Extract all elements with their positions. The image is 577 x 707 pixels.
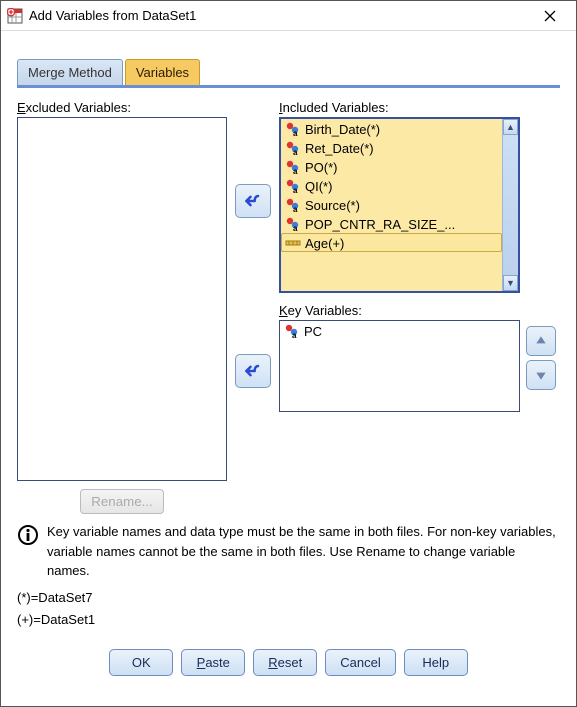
list-item[interactable]: a POP_CNTR_RA_SIZE_... (281, 214, 502, 233)
tab-bar: Merge Method Variables (17, 59, 560, 88)
move-included-button[interactable] (235, 184, 271, 218)
nominal-icon: a (285, 216, 301, 232)
svg-text:a: a (292, 331, 297, 339)
list-item[interactable]: Age(+) (281, 233, 502, 252)
help-button[interactable]: Help (404, 649, 468, 676)
legend-line: (*)=DataSet7 (17, 587, 560, 609)
titlebar: Add Variables from DataSet1 (1, 1, 576, 31)
paste-button[interactable]: Paste (181, 649, 245, 676)
list-item[interactable]: a PC (280, 321, 519, 340)
nominal-icon: a (285, 197, 301, 213)
key-listbox[interactable]: a PC (279, 320, 520, 412)
list-item-label: PO(*) (305, 160, 338, 175)
reset-button[interactable]: Reset (253, 649, 317, 676)
list-item-label: Source(*) (305, 198, 360, 213)
svg-text:a: a (293, 186, 298, 194)
list-item[interactable]: a Birth_Date(*) (281, 119, 502, 138)
included-label: Included Variables: (279, 100, 389, 115)
svg-text:a: a (293, 129, 298, 137)
scrollbar[interactable]: ▲ ▼ (502, 119, 518, 291)
legend-line: (+)=DataSet1 (17, 609, 560, 631)
scroll-down-button[interactable]: ▼ (503, 275, 518, 291)
nominal-icon: a (285, 178, 301, 194)
app-icon (7, 8, 23, 24)
svg-text:a: a (293, 167, 298, 175)
ok-button[interactable]: OK (109, 649, 173, 676)
list-item-label: POP_CNTR_RA_SIZE_... (305, 217, 455, 232)
nominal-icon: a (285, 159, 301, 175)
scroll-up-button[interactable]: ▲ (503, 119, 518, 135)
cancel-button[interactable]: Cancel (325, 649, 395, 676)
list-item[interactable]: a PO(*) (281, 157, 502, 176)
list-item[interactable]: a QI(*) (281, 176, 502, 195)
list-item-label: Birth_Date(*) (305, 122, 380, 137)
key-label: Key Variables: (279, 303, 362, 318)
scale-icon (285, 235, 301, 251)
tab-variables[interactable]: Variables (125, 59, 200, 85)
close-button[interactable] (530, 2, 570, 30)
excluded-listbox[interactable] (17, 117, 227, 481)
window-title: Add Variables from DataSet1 (29, 8, 530, 23)
move-down-button[interactable] (526, 360, 556, 390)
dialog-buttons: OK Paste Reset Cancel Help (17, 649, 560, 676)
list-item-label: Ret_Date(*) (305, 141, 374, 156)
list-item[interactable]: a Source(*) (281, 195, 502, 214)
included-listbox[interactable]: aBirth_Date(*)aRet_Date(*)aPO(*)aQI(*)aS… (279, 117, 520, 293)
nominal-icon: a (285, 121, 301, 137)
move-up-button[interactable] (526, 326, 556, 356)
list-item-label: PC (304, 324, 322, 339)
legend: (*)=DataSet7 (+)=DataSet1 (17, 587, 560, 631)
rename-button: Rename... (80, 489, 164, 514)
move-key-button[interactable] (235, 354, 271, 388)
nominal-icon: a (284, 323, 300, 339)
info-icon (17, 524, 39, 546)
excluded-label: Excluded Variables: (17, 100, 131, 115)
list-item-label: Age(+) (305, 236, 344, 251)
svg-text:a: a (293, 205, 298, 213)
svg-text:a: a (293, 224, 298, 232)
list-item[interactable]: a Ret_Date(*) (281, 138, 502, 157)
svg-text:a: a (293, 148, 298, 156)
info-text: Key variable names and data type must be… (17, 522, 560, 581)
list-item-label: QI(*) (305, 179, 332, 194)
nominal-icon: a (285, 140, 301, 156)
tab-merge-method[interactable]: Merge Method (17, 59, 123, 85)
